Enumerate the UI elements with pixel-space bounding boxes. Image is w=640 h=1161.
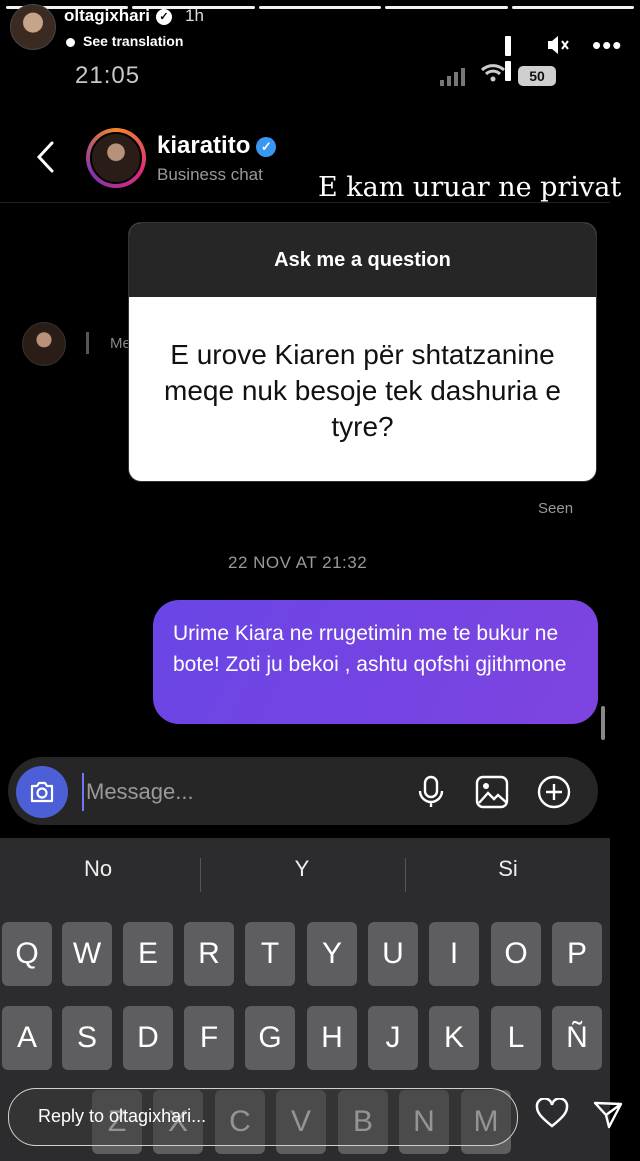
- key-l[interactable]: L: [491, 1006, 541, 1070]
- key-q[interactable]: Q: [2, 922, 52, 986]
- gallery-icon[interactable]: [474, 774, 510, 815]
- question-text: E urove Kiaren për shtatzanine meqe nuk …: [164, 339, 561, 442]
- pause-icon[interactable]: [505, 36, 523, 81]
- suggestion-1[interactable]: No: [28, 856, 168, 882]
- key-o[interactable]: O: [491, 922, 541, 986]
- see-translation-label[interactable]: See translation: [83, 33, 183, 49]
- story-username[interactable]: oltagixhari ✓: [64, 6, 172, 26]
- suggestion-3[interactable]: Si: [438, 856, 578, 882]
- header-divider: [0, 202, 610, 203]
- message-input[interactable]: [82, 773, 388, 811]
- signal-icon: [440, 68, 465, 86]
- key-j[interactable]: J: [368, 1006, 418, 1070]
- story-username-text[interactable]: oltagixhari: [64, 6, 150, 25]
- mic-icon[interactable]: [416, 774, 446, 815]
- suggestion-divider: [405, 858, 406, 892]
- suggestion-divider: [200, 858, 201, 892]
- progress-segment: [511, 6, 635, 9]
- key-k[interactable]: K: [429, 1006, 479, 1070]
- battery-indicator: 50: [518, 66, 556, 86]
- verified-badge-icon: ✓: [155, 8, 172, 25]
- chat-subtitle: Business chat: [157, 165, 263, 184]
- sender-avatar[interactable]: [22, 322, 66, 366]
- send-icon[interactable]: [592, 1100, 624, 1135]
- camera-button[interactable]: [16, 766, 68, 818]
- key-g[interactable]: G: [245, 1006, 295, 1070]
- progress-segment: [385, 6, 508, 9]
- story-time: 1h: [185, 6, 204, 25]
- question-sticker-header: Ask me a question: [129, 223, 596, 297]
- outgoing-message-bubble[interactable]: Urime Kiara ne rrugetimin me te bukur ne…: [153, 600, 598, 724]
- story-reply-placeholder[interactable]: Reply to oltagixhari...: [38, 1106, 206, 1127]
- question-sticker: Ask me a question E urove Kiaren për sht…: [129, 223, 596, 481]
- plus-icon[interactable]: [536, 774, 572, 815]
- progress-segment: [258, 6, 382, 9]
- key-f[interactable]: F: [184, 1006, 234, 1070]
- wifi-icon: [480, 62, 506, 90]
- reply-indicator: [86, 332, 89, 354]
- key-t[interactable]: T: [245, 922, 295, 986]
- key-n-tilde[interactable]: Ñ: [552, 1006, 602, 1070]
- date-stamp: 22 NOV AT 21:32: [228, 553, 368, 572]
- chat-name-text[interactable]: kiaratito: [157, 132, 250, 159]
- key-a[interactable]: A: [2, 1006, 52, 1070]
- key-w[interactable]: W: [62, 922, 112, 986]
- key-y[interactable]: Y: [307, 922, 357, 986]
- verified-badge-icon: ✓: [256, 136, 277, 157]
- key-p[interactable]: P: [552, 922, 602, 986]
- mute-icon[interactable]: [546, 34, 570, 62]
- see-translation-link[interactable]: See translation: [66, 33, 183, 49]
- key-h[interactable]: H: [307, 1006, 357, 1070]
- key-s[interactable]: S: [62, 1006, 112, 1070]
- translation-dot-icon: [66, 37, 75, 47]
- key-r[interactable]: R: [184, 922, 234, 986]
- chat-name[interactable]: kiaratito ✓: [157, 132, 277, 160]
- heart-icon[interactable]: [535, 1097, 569, 1136]
- more-icon[interactable]: •••: [592, 30, 622, 61]
- key-e[interactable]: E: [123, 922, 173, 986]
- message-stub: Me: [110, 335, 131, 352]
- scrollbar[interactable]: [601, 706, 605, 740]
- suggestion-2[interactable]: Y: [232, 856, 372, 882]
- key-d[interactable]: D: [123, 1006, 173, 1070]
- status-clock: 21:05: [75, 62, 141, 89]
- back-icon[interactable]: [36, 140, 56, 183]
- key-u[interactable]: U: [368, 922, 418, 986]
- chat-avatar[interactable]: [86, 128, 146, 188]
- story-avatar[interactable]: [10, 4, 56, 50]
- key-i[interactable]: I: [429, 922, 479, 986]
- seen-status: Seen: [538, 500, 574, 517]
- overlay-caption: E kam uruar ne privat: [318, 172, 622, 203]
- camera-icon: [30, 781, 54, 803]
